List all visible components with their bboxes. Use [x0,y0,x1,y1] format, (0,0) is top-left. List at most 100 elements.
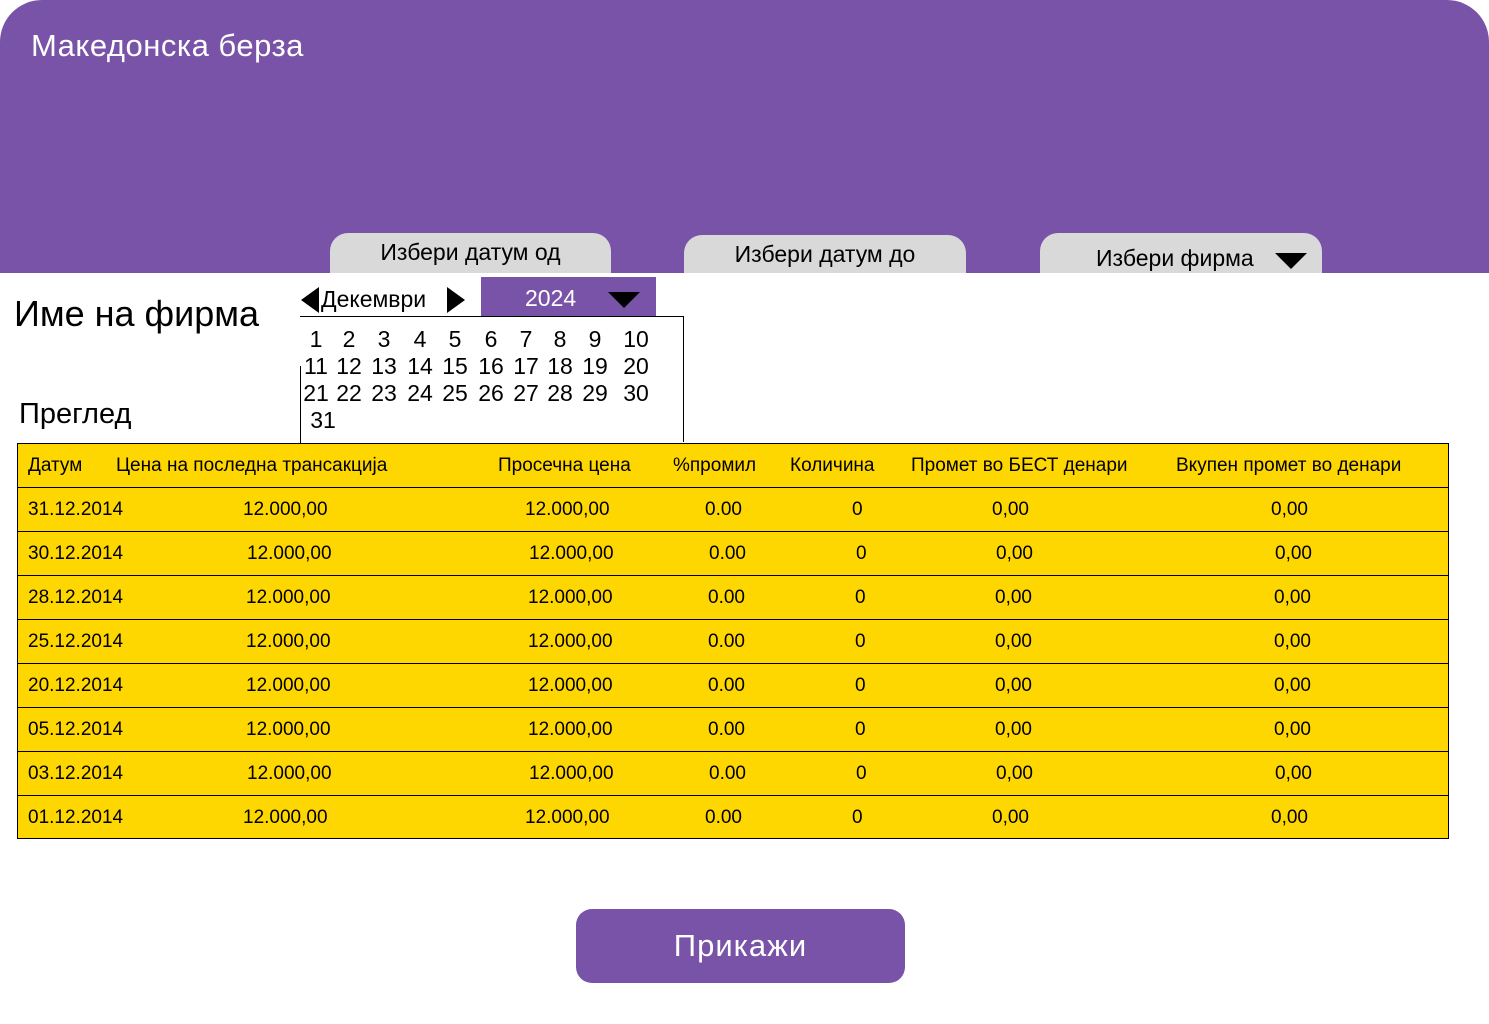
table-cell: 0 [855,719,866,740]
table-cell: 0.00 [705,499,742,520]
tab-date-from-label: Избери датум од [380,239,561,265]
table-cell: 12.000,00 [246,719,331,740]
table-cell: 0.00 [705,807,742,828]
table-cell: 30.12.2014 [28,543,124,564]
table-row: 20.12.2014 12.000,00 12.000,00 0.00 0 0,00 0,0… [18,664,1448,708]
calendar-day[interactable]: 20 [619,353,653,380]
table-cell: 12.000,00 [528,719,613,740]
year-value: 2024 [525,285,577,311]
calendar-day[interactable]: 31 [306,407,340,434]
calendar-day[interactable]: 4 [403,326,437,353]
table-cell: 0,00 [1271,499,1308,520]
calendar-day[interactable]: 21 [299,380,333,407]
table-cell: 0,00 [1271,807,1308,828]
calendar-day[interactable]: 28 [543,380,577,407]
table-row: 05.12.2014 12.000,00 12.000,00 0.00 0 0,00 0,0… [18,708,1448,752]
firm-name-heading: Име на фирма [14,293,260,334]
next-month-icon[interactable] [447,287,465,313]
table-cell: 0,00 [992,499,1029,520]
table-cell: 12.000,00 [525,499,610,520]
tab-date-to-label: Избери датум до [734,241,916,267]
table-cell: 0 [852,807,863,828]
table-cell: 0 [856,763,867,784]
overview-heading: Преглед [19,398,132,430]
table-cell: 12.000,00 [529,763,614,784]
calendar-day[interactable]: 2 [332,326,366,353]
table-cell: 12.000,00 [525,807,610,828]
table-cell: 01.12.2014 [28,807,124,828]
table-cell: 12.000,00 [528,587,613,608]
tab-date-to[interactable]: Избери датум до [684,235,966,273]
table-cell: 25.12.2014 [28,631,124,652]
table-cell: 0.00 [708,587,745,608]
calendar-day[interactable]: 26 [474,380,508,407]
table-cell: 12.000,00 [247,543,332,564]
previous-month-icon[interactable] [301,287,319,313]
table-cell: 0 [856,543,867,564]
table-header-row: Датум Цена на последна трансакција Просечн… [18,444,1448,488]
table-cell: 0.00 [709,543,746,564]
table-header-cell: Количина [790,455,875,476]
table-cell: 0,00 [995,587,1032,608]
table-cell: 0,00 [995,675,1032,696]
calendar-day[interactable]: 6 [474,326,508,353]
table-cell: 28.12.2014 [28,587,124,608]
calendar-day[interactable]: 14 [403,353,437,380]
table-row: 03.12.2014 12.000,00 12.000,00 0.00 0 0,00 0,0… [18,752,1448,796]
table-cell: 0,00 [992,807,1029,828]
calendar-month-label: Декември [321,286,427,312]
calendar-day[interactable]: 16 [474,353,508,380]
calendar-day[interactable]: 23 [367,380,401,407]
chevron-down-icon [608,292,640,308]
table-row: 30.12.2014 12.000,00 12.000,00 0.00 0 0,00 0,0… [18,532,1448,576]
app-title: Македонска берза [31,28,304,63]
tab-select-firm[interactable]: Избери фирма [1040,233,1322,273]
table-cell: 12.000,00 [528,631,613,652]
calendar-day[interactable]: 27 [509,380,543,407]
year-select[interactable]: 2024 [481,277,656,317]
calendar-day[interactable]: 25 [438,380,472,407]
calendar-day[interactable]: 7 [509,326,543,353]
data-table: Датум Цена на последна трансакција Просечн… [17,443,1449,839]
calendar-day[interactable]: 15 [438,353,472,380]
tab-select-firm-label: Избери фирма [1096,245,1254,271]
table-row: 01.12.2014 12.000,00 12.000,00 0.00 0 0,00 0,0… [18,796,1448,840]
calendar-day[interactable]: 30 [619,380,653,407]
table-cell: 0,00 [1274,587,1311,608]
calendar-day[interactable]: 11 [299,353,333,380]
table-cell: 12.000,00 [243,499,328,520]
calendar-day[interactable]: 1 [299,326,333,353]
table-cell: 12.000,00 [529,543,614,564]
calendar-day[interactable]: 18 [543,353,577,380]
table-cell: 0.00 [709,763,746,784]
table-cell: 05.12.2014 [28,719,124,740]
table-cell: 0.00 [708,675,745,696]
calendar-day[interactable]: 19 [578,353,612,380]
calendar-day[interactable]: 5 [438,326,472,353]
calendar-day[interactable]: 22 [332,380,366,407]
table-cell: 0 [852,499,863,520]
calendar-day[interactable]: 29 [578,380,612,407]
table-header-cell: Просечна цена [498,455,631,476]
chevron-down-icon [1275,253,1307,269]
calendar-day[interactable]: 3 [367,326,401,353]
calendar-day[interactable]: 13 [367,353,401,380]
calendar-day[interactable]: 9 [578,326,612,353]
tab-date-from[interactable]: Избери датум од [330,233,611,273]
table-row: 25.12.2014 12.000,00 12.000,00 0.00 0 0,00 0,0… [18,620,1448,664]
calendar-day[interactable]: 24 [403,380,437,407]
calendar-day[interactable]: 10 [619,326,653,353]
calendar-day[interactable]: 17 [509,353,543,380]
table-cell: 0,00 [995,631,1032,652]
table-cell: 0 [855,631,866,652]
table-cell: 0,00 [1274,631,1311,652]
table-cell: 12.000,00 [243,807,328,828]
table-header-cell: Вкупен промет во денари [1176,455,1402,476]
calendar-day[interactable]: 8 [543,326,577,353]
calendar-day[interactable]: 12 [332,353,366,380]
show-button[interactable]: Прикажи [576,909,905,983]
table-cell: 20.12.2014 [28,675,124,696]
table-cell: 0.00 [708,631,745,652]
table-cell: 0,00 [1275,543,1312,564]
table-cell: 12.000,00 [247,763,332,784]
